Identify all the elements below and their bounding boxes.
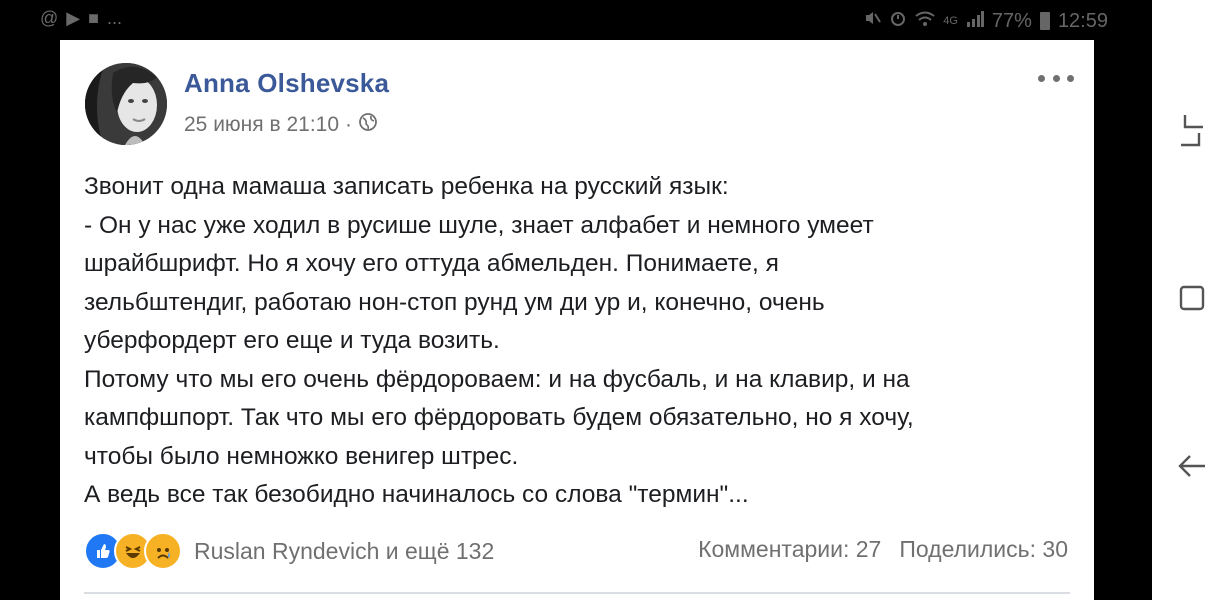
author-name[interactable]: Anna Olshevska xyxy=(184,68,389,99)
at-icon: @ xyxy=(40,8,59,28)
signal-icon xyxy=(966,10,984,33)
meta-separator: · xyxy=(345,113,353,136)
mute-icon xyxy=(863,9,882,33)
more-notifications-icon: ... xyxy=(107,8,123,28)
wifi-icon xyxy=(915,10,935,33)
reactions-summary[interactable]: Ruslan Ryndevich и ещё 132 xyxy=(84,532,494,570)
engagement-counts: Комментарии: 27 Поделились: 30 xyxy=(698,536,1068,563)
divider xyxy=(84,592,1070,594)
system-status: 4G 77% 12:59 xyxy=(863,9,1108,33)
message-icon: ■ xyxy=(88,8,99,28)
more-options-button[interactable] xyxy=(1038,68,1074,88)
post-date[interactable]: 25 июня в 21:10 xyxy=(184,113,339,137)
more-dot xyxy=(1038,74,1045,82)
avatar[interactable] xyxy=(85,63,167,145)
post-line: Потому что мы его очень фёрдороваем: и н… xyxy=(84,365,910,393)
more-dot xyxy=(1067,74,1074,82)
play-icon: ▶ xyxy=(66,8,81,28)
post-card: Anna Olshevska 25 июня в 21:10 · Звонит … xyxy=(60,40,1094,600)
battery-icon xyxy=(1039,12,1050,30)
home-icon xyxy=(1179,285,1205,311)
shares-count[interactable]: Поделились: 30 xyxy=(899,536,1068,563)
more-dot xyxy=(1052,74,1060,82)
sad-icon xyxy=(144,532,182,570)
recent-apps-icon xyxy=(1181,115,1203,147)
post-line: чтобы было немножко венигер штрес. xyxy=(84,442,519,470)
status-bar: @ ▶ ■ ... 4G 77% 12:59 xyxy=(0,0,1152,40)
home-button[interactable] xyxy=(1174,280,1210,316)
navigation-bar xyxy=(1152,0,1232,600)
post-line: Звонит одна мамаша записать ребенка на р… xyxy=(84,173,729,200)
post-line: кампфшпорт. Так что мы его фёрдоровать б… xyxy=(84,404,914,431)
alarm-icon xyxy=(889,9,907,33)
globe-icon xyxy=(358,112,378,138)
back-arrow-icon xyxy=(1178,455,1205,477)
post-line: А ведь все так безобидно начиналось со с… xyxy=(84,481,749,508)
post-line: - Он у нас уже ходил в русише шуле, знае… xyxy=(84,211,874,239)
recent-apps-button[interactable] xyxy=(1174,112,1210,148)
post-meta: 25 июня в 21:10 · xyxy=(184,112,378,138)
comments-count[interactable]: Комментарии: 27 xyxy=(698,536,881,563)
back-button[interactable] xyxy=(1174,448,1210,484)
reaction-icons xyxy=(84,532,182,570)
post-text: Звонит одна мамаша записать ребенка на р… xyxy=(84,168,1074,515)
post-line: шрайбшрифт. Но я хочу его оттуда абмельд… xyxy=(84,250,779,277)
notification-icons: @ ▶ ■ ... xyxy=(40,8,122,29)
battery-percent: 77% xyxy=(991,9,1032,32)
reactors-text[interactable]: Ruslan Ryndevich и ещё 132 xyxy=(194,538,494,565)
post-line: зельбштендиг, работаю нон-стоп рунд ум д… xyxy=(84,288,825,316)
post-line: уберфордерт его еще и туда возить. xyxy=(84,327,500,354)
network-type: 4G xyxy=(943,15,958,27)
clock: 12:59 xyxy=(1057,9,1108,32)
